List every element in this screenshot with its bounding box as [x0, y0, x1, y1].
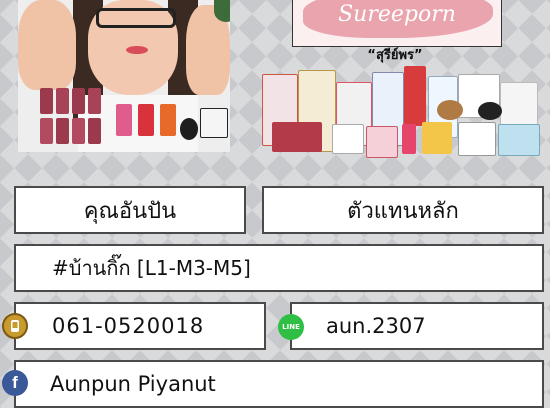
phone-number: 061-0520018	[52, 314, 205, 338]
line-icon[interactable]: LINE	[278, 314, 304, 340]
facebook-icon[interactable]: f	[2, 370, 28, 396]
facebook-card[interactable]: Aunpun Piyanut	[14, 360, 544, 408]
profile-photo	[18, 0, 230, 152]
branch-card: #บ้านกิ๊ก [L1-M3-M5]	[14, 244, 544, 292]
phone-icon[interactable]	[2, 313, 28, 339]
agent-role: ตัวแทนหลัก	[347, 198, 459, 224]
role-card: ตัวแทนหลัก	[262, 186, 544, 234]
name-card: คุณอันปัน	[14, 186, 246, 234]
line-id: aun.2307	[326, 314, 426, 338]
brand-script: Sureeporn	[338, 2, 456, 27]
brand-banner: Sureeporn	[292, 0, 502, 47]
line-card[interactable]: aun.2307	[290, 302, 544, 350]
facebook-name: Aunpun Piyanut	[50, 372, 216, 396]
phone-card[interactable]: 061-0520018	[14, 302, 266, 350]
branch-text: #บ้านกิ๊ก [L1-M3-M5]	[52, 256, 251, 280]
product-lineup	[262, 62, 540, 162]
agent-name: คุณอันปัน	[83, 198, 177, 224]
